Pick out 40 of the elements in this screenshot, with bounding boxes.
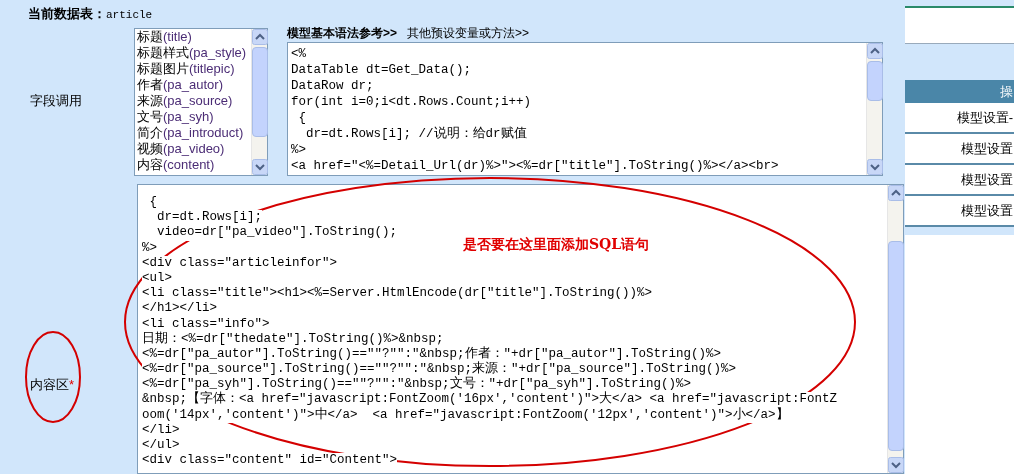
field-listbox[interactable]: 标题(title) 标题样式(pa_style) 标题图片(titlepic) 作者(pa_autor) 来源(pa_source) 文号(pa_syh) 简介(pa_introduct) 视频(pa_video) 内容(content): [134, 28, 268, 176]
table-label: 当前数据表：: [28, 5, 106, 23]
scrollbar[interactable]: [251, 29, 267, 175]
sidebar-header: 操: [905, 80, 1014, 103]
field-option[interactable]: 简介(pa_introduct): [137, 125, 251, 141]
required-mark: *: [69, 375, 75, 394]
scrollbar[interactable]: [866, 43, 882, 175]
content-label: 内容区: [30, 375, 69, 394]
scroll-down-icon[interactable]: [867, 159, 883, 175]
code-line: DataTable dt=Get_Data();: [291, 62, 472, 78]
code-line: <%: [291, 46, 306, 62]
code-line: DataRow dr;: [291, 78, 374, 94]
scroll-down-icon[interactable]: [888, 457, 904, 473]
scroll-up-icon[interactable]: [252, 29, 268, 45]
field-option[interactable]: 来源(pa_source): [137, 93, 251, 109]
syntax-tab[interactable]: 其他预设变量或方法>>: [407, 24, 530, 42]
scroll-thumb[interactable]: [888, 241, 904, 451]
code-line: dr=dt.Rows[i]; //说明：给dr赋值: [305, 126, 527, 142]
scrollbar[interactable]: [887, 185, 903, 473]
code-reference-box[interactable]: <% DataTable dt=Get_Data(); DataRow dr; for(int i=0;i<dt.Rows.Count;i++) { dr=dt.Rows[i]; //说明：给dr赋值 %> <a href="<%=Detail_Url(dr)%>"><%=dr["title"].ToString()%></a><br>: [287, 42, 883, 176]
field-option[interactable]: 标题样式(pa_style): [137, 45, 251, 61]
scroll-thumb[interactable]: [867, 61, 883, 101]
field-option[interactable]: 文号(pa_syh): [137, 109, 251, 125]
field-option[interactable]: 标题(title): [137, 29, 251, 45]
table-name: article: [106, 8, 153, 23]
field-label: 字段调用: [30, 92, 82, 111]
scroll-up-icon[interactable]: [888, 185, 904, 201]
field-option[interactable]: 视频(pa_video): [137, 141, 251, 157]
scroll-thumb[interactable]: [252, 47, 268, 137]
scroll-down-icon[interactable]: [252, 159, 268, 175]
annotation-text: 是否要在这里面添加SQL语句: [463, 235, 650, 254]
code-line: %>: [291, 142, 306, 158]
code-line: for(int i=0;i<dt.Rows.Count;i++): [291, 94, 532, 110]
field-option[interactable]: 作者(pa_autor): [137, 77, 251, 93]
syntax-tab[interactable]: 模型基本语法参考>>: [287, 24, 397, 42]
field-option[interactable]: 内容(content): [137, 157, 251, 173]
field-option[interactable]: 标题图片(titlepic): [137, 61, 251, 77]
scroll-up-icon[interactable]: [867, 43, 883, 59]
code-line: <a href="<%=Detail_Url(dr)%>"><%=dr["title"].ToString()%></a><br>: [291, 158, 779, 174]
code-line: {: [297, 110, 306, 126]
